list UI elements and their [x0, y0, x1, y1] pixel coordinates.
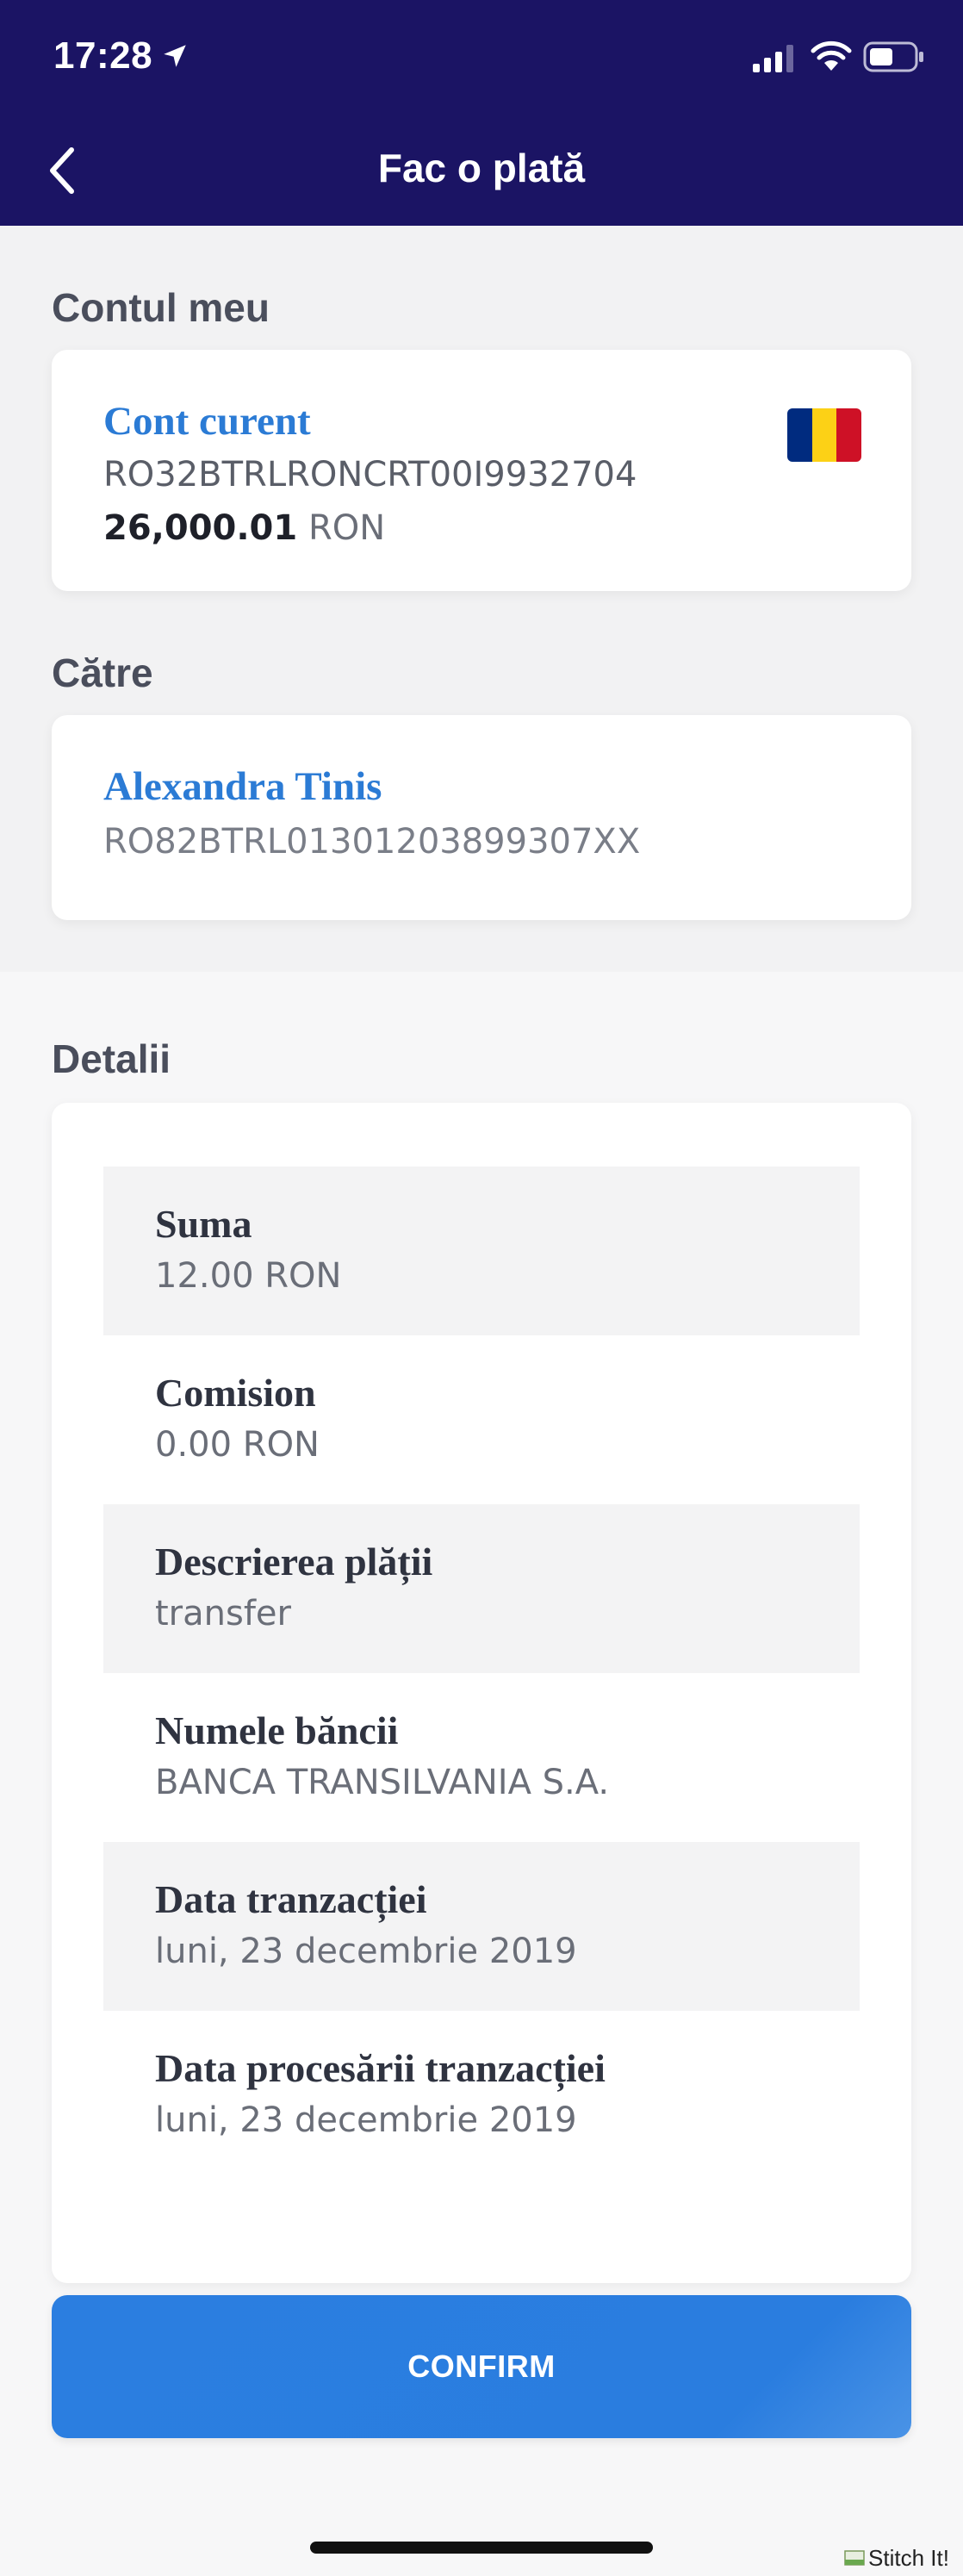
source-account-card[interactable]: Cont curent RO32BTRLRONCRT00I9932704 26,…	[52, 350, 911, 591]
recipient-iban: RO82BTRL01301203899307XX	[103, 822, 641, 862]
account-balance: 26,000.01 RON	[103, 508, 385, 548]
page-title: Fac o plată	[377, 146, 586, 190]
location-arrow-icon	[164, 45, 186, 67]
detail-label: Numele băncii	[155, 1708, 399, 1752]
detail-label: Descrierea plății	[155, 1540, 433, 1584]
details-label: Detalii	[52, 1036, 171, 1081]
balance-currency: RON	[308, 508, 386, 548]
detail-value: BANCA TRANSILVANIA S.A.	[155, 1763, 610, 1802]
account-iban: RO32BTRLRONCRT00I9932704	[103, 455, 637, 495]
confirm-label: CONFIRM	[407, 2349, 556, 2384]
detail-value: transfer	[155, 1594, 291, 1633]
detail-value: luni, 23 decembrie 2019	[155, 1932, 577, 1971]
detail-row-processing-date: Data procesării tranzacției luni, 23 dec…	[103, 2011, 860, 2180]
recipient-label: Către	[52, 650, 153, 695]
detail-value: luni, 23 decembrie 2019	[155, 2100, 577, 2140]
detail-value: 12.00 RON	[155, 1256, 342, 1296]
balance-amount: 26,000.01	[103, 508, 298, 548]
my-account-label: Contul meu	[52, 285, 270, 330]
status-bar: 17:28	[0, 0, 963, 117]
detail-value: 0.00 RON	[155, 1425, 320, 1465]
battery-icon	[863, 41, 923, 72]
detail-label: Data tranzacției	[155, 1877, 427, 1921]
cellular-signal-icon	[753, 45, 793, 72]
detail-row-transaction-date: Data tranzacției luni, 23 decembrie 2019	[103, 1842, 860, 2011]
detail-row-description: Descrierea plății transfer	[103, 1504, 860, 1673]
status-time: 17:28	[53, 34, 153, 77]
detail-label: Data procesării tranzacției	[155, 2046, 606, 2090]
detail-row-fee: Comision 0.00 RON	[103, 1335, 860, 1504]
watermark-text: Stitch It!	[868, 2544, 949, 2571]
details-card: Suma 12.00 RON Comision 0.00 RON Descrie…	[52, 1103, 911, 2283]
detail-row-amount: Suma 12.00 RON	[103, 1167, 860, 1335]
detail-row-bank-name: Numele băncii BANCA TRANSILVANIA S.A.	[103, 1673, 860, 1842]
recipient-card[interactable]: Alexandra Tinis RO82BTRL01301203899307XX	[52, 715, 911, 920]
detail-label: Suma	[155, 1202, 252, 1246]
account-name: Cont curent	[103, 399, 311, 444]
app-header: 17:28 Fac o plată	[0, 0, 963, 226]
wifi-icon	[811, 40, 852, 71]
confirm-button[interactable]: CONFIRM	[52, 2295, 911, 2438]
stitch-logo-icon	[844, 2550, 865, 2566]
recipient-name: Alexandra Tinis	[103, 764, 382, 809]
detail-label: Comision	[155, 1371, 316, 1415]
watermark: Stitch It!	[844, 2545, 949, 2571]
home-indicator	[310, 2542, 653, 2554]
romania-flag-icon	[787, 408, 861, 462]
